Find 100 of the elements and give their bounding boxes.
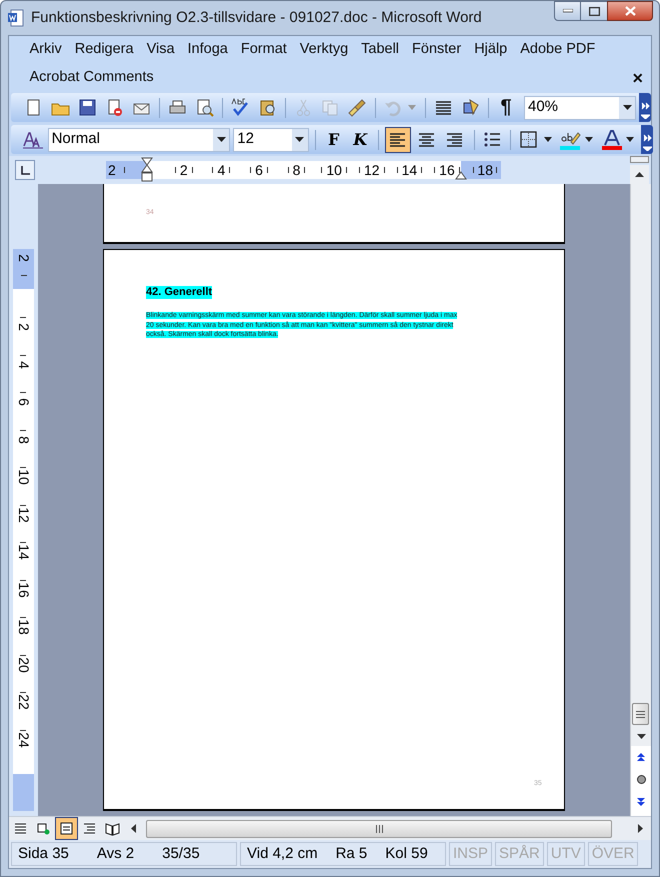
close-icon: [624, 6, 636, 16]
minimize-icon: [562, 9, 572, 13]
ruler-number: 4: [16, 360, 30, 369]
menu-item[interactable]: Hjälp: [468, 36, 514, 64]
research-book-icon: [258, 98, 277, 117]
save-icon: [78, 98, 97, 117]
next-page-button[interactable]: [637, 796, 645, 806]
maximize-button[interactable]: [581, 1, 607, 21]
ruler-number: 6: [255, 161, 263, 179]
styles-icon: [22, 130, 43, 148]
word-document-icon[interactable]: [7, 9, 25, 27]
drawing-shapes-icon: [461, 98, 480, 117]
ruler-number: 20: [16, 656, 30, 673]
spelling-check-icon: [231, 98, 250, 117]
ruler-number: 6: [16, 398, 30, 406]
dropdown-arrow-icon: [622, 105, 632, 110]
caret-icon: [585, 137, 594, 142]
up-arrow-icon: [635, 172, 644, 177]
copy-icon: [321, 98, 340, 117]
status-text: Vid 4,2 cm: [247, 844, 318, 864]
menu-item[interactable]: Format: [234, 36, 294, 64]
ruler-number: 18: [16, 619, 30, 636]
bullet-list-icon: [482, 130, 502, 149]
ruler-number: 18: [477, 161, 493, 179]
status-text: 35/35: [162, 844, 200, 864]
paintbrush-icon: [348, 98, 367, 117]
ruler-number: 2: [16, 254, 30, 262]
close-button[interactable]: [607, 1, 653, 21]
font-color-button[interactable]: [600, 127, 624, 152]
minimize-button[interactable]: [554, 1, 581, 21]
left-tab-icon: [20, 166, 30, 174]
scrollbar-thumb[interactable]: [632, 703, 649, 725]
split-handle[interactable]: [630, 156, 649, 163]
circle-icon: [636, 774, 646, 784]
ruler-number: 12: [364, 161, 380, 179]
highlighter-icon: [560, 130, 581, 150]
ruler-number: 14: [402, 161, 418, 179]
dropdown-arrow-icon: [216, 137, 226, 142]
indent-marker-icon[interactable]: [141, 157, 153, 183]
maximize-icon: [588, 6, 600, 16]
tab-selector-button[interactable]: [15, 160, 35, 180]
window-title: Funktionsbeskrivning O2.3-tillsvidare - 091027.doc - Microsoft Word: [31, 8, 483, 28]
ruler-number: 8: [292, 161, 300, 179]
status-text: Ra 5: [336, 844, 368, 864]
left-arrow-icon: [130, 824, 136, 833]
ruler-number: 2: [16, 323, 30, 332]
dropdown-arrow-icon: [295, 137, 304, 142]
font-color-icon: [602, 130, 622, 150]
double-up-arrow-icon: [637, 752, 645, 762]
menu-item[interactable]: Tabell: [354, 36, 406, 64]
show-formatting-button[interactable]: ¶: [494, 95, 518, 120]
ruler-number: 16: [439, 161, 455, 179]
align-left-button[interactable]: [385, 126, 411, 152]
zoom-dropdown[interactable]: 40%: [524, 96, 636, 120]
print-view-icon: [58, 820, 75, 837]
close-menu-button[interactable]: ×: [632, 66, 643, 90]
menu-item[interactable]: Arkiv: [23, 36, 68, 64]
status-text: Avs 2: [96, 844, 134, 864]
italic-button[interactable]: K: [348, 127, 372, 152]
select-browse-object-button[interactable]: [636, 774, 646, 784]
menu-item[interactable]: Redigera: [68, 36, 140, 64]
ruler-number: 24: [16, 732, 30, 748]
status-text: Kol 59: [385, 844, 428, 864]
ruler-number: 2: [180, 161, 188, 179]
menu-item[interactable]: Visa: [140, 36, 182, 64]
double-down-arrow-icon: [637, 796, 645, 806]
caret-icon: [626, 137, 634, 142]
status-text: Sida 35: [18, 844, 69, 864]
style-dropdown[interactable]: Normal: [48, 128, 230, 152]
ruler-number: 10: [16, 469, 30, 486]
menu-item[interactable]: Verktyg: [293, 36, 355, 64]
ruler-number: 4: [217, 161, 226, 179]
down-arrow-icon: [636, 734, 646, 739]
ruler-number: 16: [16, 582, 30, 598]
menu-item[interactable]: Acrobat Comments: [23, 64, 160, 92]
ruler-number: 10: [326, 161, 342, 179]
previous-page-button[interactable]: [637, 752, 645, 762]
toolbar-options-icon[interactable]: [640, 101, 650, 119]
toolbar-options-icon[interactable]: [642, 133, 652, 151]
borders-icon: [520, 131, 538, 148]
print-view-button[interactable]: [55, 817, 78, 840]
scissors-icon: [294, 98, 313, 117]
menu-item[interactable]: Adobe PDF: [514, 36, 602, 64]
ruler-number: 8: [16, 436, 30, 444]
menu-item[interactable]: Infoga: [181, 36, 234, 64]
bold-button[interactable]: F: [322, 127, 346, 152]
ruler-number: 22: [16, 694, 30, 710]
caret-icon: [408, 105, 416, 110]
ruler-number: 14: [16, 544, 30, 560]
right-indent-marker-icon[interactable]: [455, 171, 467, 180]
ruler-margin: [13, 774, 34, 811]
font-size-dropdown[interactable]: 12: [233, 128, 309, 152]
scroll-up-button[interactable]: [630, 165, 649, 184]
ruler-number: 12: [16, 506, 30, 523]
print-preview-icon: [195, 98, 214, 117]
heading: 42. Generellt: [146, 286, 212, 299]
right-arrow-icon: [638, 824, 642, 833]
caret-icon: [544, 137, 552, 142]
menu-item[interactable]: Fönster: [406, 36, 468, 64]
horizontal-scrollbar-thumb[interactable]: [146, 820, 612, 838]
